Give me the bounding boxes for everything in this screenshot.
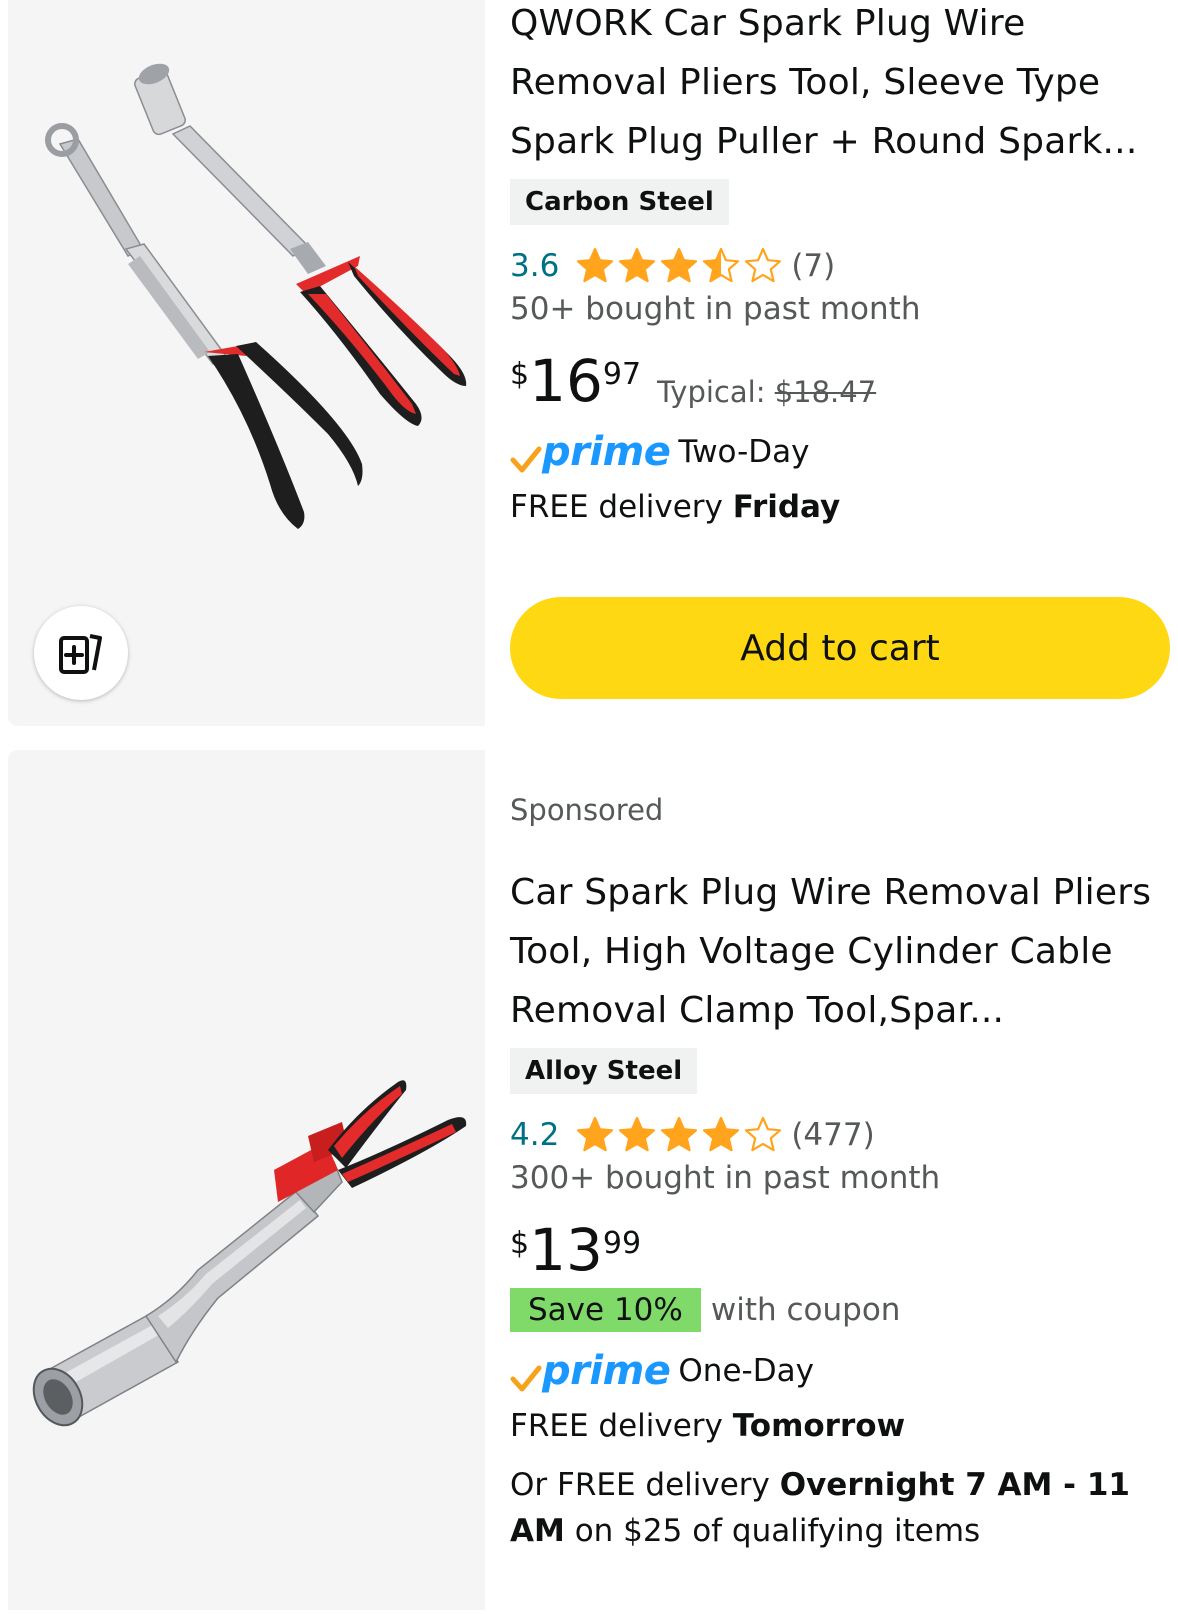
delivery-info: FREE delivery Tomorrow — [510, 1408, 1178, 1444]
star-icon — [577, 247, 614, 283]
add-to-cart-button[interactable]: Add to cart — [510, 597, 1170, 699]
delivery-info: FREE delivery Friday — [510, 489, 1178, 525]
price-whole: 13 — [529, 1216, 603, 1284]
product-image[interactable] — [8, 0, 485, 726]
rating-count[interactable]: (477) — [791, 1117, 874, 1153]
coupon-row[interactable]: Save 10% with coupon — [510, 1288, 1178, 1332]
star-icon — [703, 247, 740, 283]
delivery-day: Tomorrow — [732, 1408, 906, 1444]
prime-row: prime One-Day — [510, 1348, 1178, 1394]
star-icon — [661, 247, 698, 283]
star-icon — [661, 1116, 698, 1152]
delivery-day: Friday — [732, 489, 841, 525]
product-image[interactable] — [8, 750, 485, 1610]
star-icon — [619, 247, 656, 283]
prime-logo: prime — [510, 429, 671, 475]
material-badge: Carbon Steel — [510, 179, 729, 225]
rating-row[interactable]: 4.2 (477) — [510, 1110, 1178, 1160]
delivery-prefix: FREE delivery — [510, 489, 723, 525]
product-title[interactable]: Car Spark Plug Wire Removal Pliers Tool,… — [510, 863, 1178, 1040]
overnight-prefix: Or FREE delivery — [510, 1467, 770, 1503]
rating-row[interactable]: 3.6 (7) — [510, 241, 1178, 291]
prime-check-icon — [510, 1365, 542, 1392]
rating-value: 4.2 — [510, 1117, 560, 1153]
product-card[interactable]: Sponsored Car Spark Plug Wire Removal Pl… — [8, 750, 1178, 1610]
star-icon — [577, 1116, 614, 1152]
star-icon — [703, 1116, 740, 1152]
overnight-suffix: on $25 of qualifying items — [574, 1513, 981, 1549]
price: $ 13 99 — [510, 1218, 1178, 1282]
prime-speed: Two-Day — [678, 434, 810, 470]
prime-wordmark: prime — [542, 429, 671, 475]
price-whole: 16 — [529, 347, 603, 415]
star-icon — [745, 1116, 782, 1152]
rating-count[interactable]: (7) — [791, 248, 835, 284]
bought-count: 50+ bought in past month — [510, 291, 921, 327]
price-symbol: $ — [510, 1226, 530, 1261]
product-info: QWORK Car Spark Plug Wire Removal Pliers… — [510, 0, 1178, 699]
bought-count: 300+ bought in past month — [510, 1160, 941, 1196]
material-badge: Alloy Steel — [510, 1048, 698, 1094]
star-rating — [575, 246, 783, 286]
price-fraction: 97 — [602, 357, 642, 392]
prime-speed: One-Day — [678, 1353, 814, 1389]
prime-wordmark: prime — [542, 1348, 671, 1394]
product-card[interactable]: QWORK Car Spark Plug Wire Removal Pliers… — [8, 0, 1178, 726]
price: $ 16 97 Typical: $18.47 — [510, 349, 1178, 413]
product-info: Sponsored Car Spark Plug Wire Removal Pl… — [510, 750, 1178, 1554]
star-icon — [745, 247, 782, 283]
coupon-text: with coupon — [710, 1292, 901, 1328]
typical-label: Typical: — [657, 375, 766, 409]
delivery-prefix: FREE delivery — [510, 1408, 723, 1444]
compare-button[interactable] — [34, 606, 128, 700]
price-fraction: 99 — [602, 1226, 642, 1261]
spark-plug-pliers-image — [32, 1080, 467, 1427]
star-rating — [575, 1115, 783, 1155]
rating-value: 3.6 — [510, 248, 560, 284]
star-icon — [619, 1116, 656, 1152]
prime-check-icon — [510, 446, 542, 473]
typical-price: Typical: $18.47 — [657, 375, 876, 409]
prime-logo: prime — [510, 1348, 671, 1394]
product-title[interactable]: QWORK Car Spark Plug Wire Removal Pliers… — [510, 0, 1178, 171]
sponsored-label[interactable]: Sponsored — [510, 793, 1178, 827]
typical-price-value: $18.47 — [774, 375, 877, 409]
overnight-delivery-info: Or FREE delivery Overnight 7 AM - 11 AM … — [510, 1462, 1178, 1554]
coupon-badge[interactable]: Save 10% — [510, 1288, 701, 1332]
compare-icon — [59, 634, 102, 674]
price-symbol: $ — [510, 357, 530, 392]
prime-row: prime Two-Day — [510, 429, 1178, 475]
